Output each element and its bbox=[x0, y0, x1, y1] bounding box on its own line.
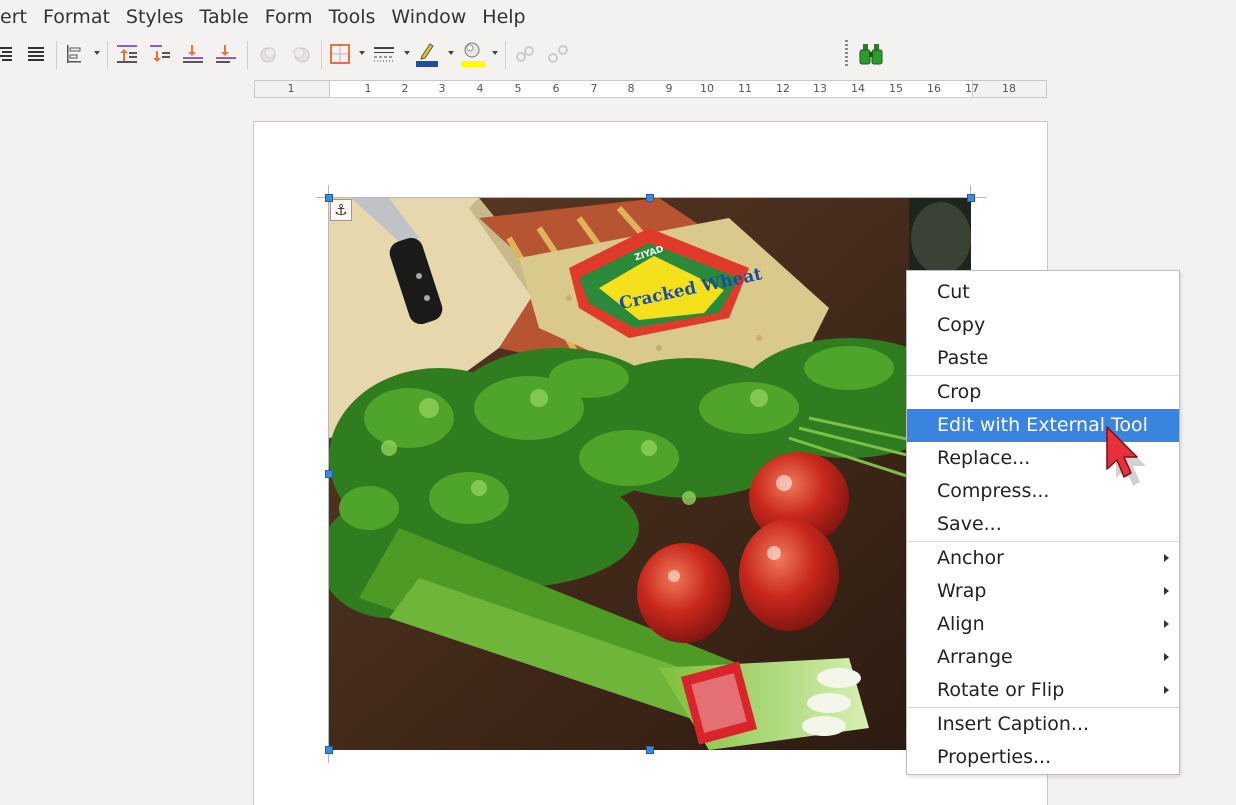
ruler-number: 7 bbox=[590, 82, 598, 95]
menu-item-insert-caption[interactable]: Insert Caption... bbox=[907, 708, 1179, 741]
menu-item-label: Insert Caption... bbox=[937, 713, 1090, 735]
bring-forward-icon[interactable] bbox=[254, 40, 282, 68]
resize-handle-top-right[interactable] bbox=[967, 194, 975, 202]
menu-item-wrap[interactable]: Wrap bbox=[907, 575, 1179, 608]
submenu-arrow-icon bbox=[1164, 620, 1169, 628]
justify-icon[interactable] bbox=[22, 40, 50, 68]
menu-item-anchor[interactable]: Anchor bbox=[907, 542, 1179, 575]
paragraph-align-icon[interactable] bbox=[60, 40, 88, 68]
resize-handle-top[interactable] bbox=[646, 194, 654, 202]
menu-help[interactable]: Help bbox=[474, 0, 533, 34]
border-color-icon[interactable] bbox=[413, 40, 441, 68]
ruler-number: 3 bbox=[438, 82, 446, 95]
increase-spacing-icon[interactable] bbox=[113, 40, 141, 68]
background-color-icon[interactable] bbox=[458, 40, 486, 68]
binoculars-icon[interactable] bbox=[857, 40, 885, 68]
resize-handle-top-left[interactable] bbox=[325, 194, 333, 202]
ruler-number: 12 bbox=[776, 82, 790, 95]
menu-item-align[interactable]: Align bbox=[907, 608, 1179, 641]
border-style-icon[interactable] bbox=[370, 40, 398, 68]
context-menu: Cut Copy Paste Crop Edit with External T… bbox=[906, 270, 1180, 775]
menu-item-label: Arrange bbox=[937, 646, 1013, 668]
anchor-icon[interactable]: ⚓ bbox=[330, 199, 352, 221]
menu-item-cut[interactable]: Cut bbox=[907, 276, 1179, 309]
decrease-paragraph-spacing-icon[interactable] bbox=[212, 40, 240, 68]
ruler-number: 14 bbox=[851, 82, 865, 95]
toolbar bbox=[0, 36, 1236, 72]
menu-item-label: Copy bbox=[937, 314, 986, 336]
menu-item-label: Paste bbox=[937, 347, 989, 369]
resize-handle-bottom[interactable] bbox=[646, 746, 654, 754]
mouse-cursor-icon bbox=[1106, 426, 1146, 486]
horizontal-ruler[interactable]: 1 1 2 3 4 5 6 7 8 9 10 11 12 13 14 15 16… bbox=[254, 80, 1047, 98]
ruler-number: 6 bbox=[552, 82, 560, 95]
ruler-number: 11 bbox=[738, 82, 752, 95]
submenu-arrow-icon bbox=[1164, 653, 1169, 661]
menu-form[interactable]: Form bbox=[257, 0, 321, 34]
borders-icon[interactable] bbox=[326, 40, 354, 68]
menu-item-label: Anchor bbox=[937, 547, 1004, 569]
ruler-number: 9 bbox=[665, 82, 673, 95]
ruler-number: 1 bbox=[364, 82, 372, 95]
increase-paragraph-spacing-icon[interactable] bbox=[179, 40, 207, 68]
menu-item-crop[interactable]: Crop bbox=[907, 376, 1179, 409]
menu-item-rotate-or-flip[interactable]: Rotate or Flip bbox=[907, 674, 1179, 707]
selected-image[interactable]: Cracked Wheat ZIYAD bbox=[329, 198, 971, 750]
menu-insert[interactable]: ert bbox=[0, 0, 35, 34]
submenu-arrow-icon bbox=[1164, 587, 1169, 595]
menu-item-label: Replace... bbox=[937, 447, 1031, 469]
menu-format[interactable]: Format bbox=[35, 0, 118, 34]
ruler-number: 4 bbox=[476, 82, 484, 95]
menu-item-label: Wrap bbox=[937, 580, 987, 602]
menu-item-label: Crop bbox=[937, 381, 982, 403]
ruler-number: 17 bbox=[965, 82, 979, 95]
decrease-spacing-icon[interactable] bbox=[146, 40, 174, 68]
menu-item-arrange[interactable]: Arrange bbox=[907, 641, 1179, 674]
menu-window[interactable]: Window bbox=[383, 0, 474, 34]
unlink-frames-icon[interactable] bbox=[544, 40, 572, 68]
resize-handle-left[interactable] bbox=[325, 470, 333, 478]
ruler-number: 10 bbox=[700, 82, 714, 95]
submenu-arrow-icon bbox=[1164, 554, 1169, 562]
menu-styles[interactable]: Styles bbox=[118, 0, 192, 34]
menu-item-label: Compress... bbox=[937, 480, 1050, 502]
menu-item-properties[interactable]: Properties... bbox=[907, 741, 1179, 774]
ruler-number: 13 bbox=[813, 82, 827, 95]
resize-handle-bottom-left[interactable] bbox=[325, 746, 333, 754]
align-right-icon[interactable] bbox=[0, 40, 18, 68]
menu-item-copy[interactable]: Copy bbox=[907, 309, 1179, 342]
menu-item-label: Rotate or Flip bbox=[937, 679, 1065, 701]
toolbar-grip[interactable] bbox=[845, 40, 848, 66]
menu-item-label: Cut bbox=[937, 281, 970, 303]
link-frames-icon[interactable] bbox=[511, 40, 539, 68]
submenu-arrow-icon bbox=[1164, 686, 1169, 694]
send-backward-icon[interactable] bbox=[287, 40, 315, 68]
ruler-number: 8 bbox=[627, 82, 635, 95]
ruler-number: 15 bbox=[889, 82, 903, 95]
menubar: ert Format Styles Table Form Tools Windo… bbox=[0, 0, 1236, 34]
menu-item-paste[interactable]: Paste bbox=[907, 342, 1179, 375]
menu-item-label: Save... bbox=[937, 513, 1002, 535]
menu-item-save[interactable]: Save... bbox=[907, 508, 1179, 541]
ruler-number: 5 bbox=[514, 82, 522, 95]
ruler-number: 1 bbox=[287, 82, 295, 95]
menu-item-label: Align bbox=[937, 613, 985, 635]
ruler-number: 16 bbox=[927, 82, 941, 95]
ruler-number: 18 bbox=[1002, 82, 1016, 95]
vegetables-photo: Cracked Wheat ZIYAD bbox=[329, 198, 971, 750]
menu-item-label: Properties... bbox=[937, 746, 1052, 768]
menu-tools[interactable]: Tools bbox=[321, 0, 384, 34]
ruler-number: 2 bbox=[401, 82, 409, 95]
menu-table[interactable]: Table bbox=[192, 0, 257, 34]
